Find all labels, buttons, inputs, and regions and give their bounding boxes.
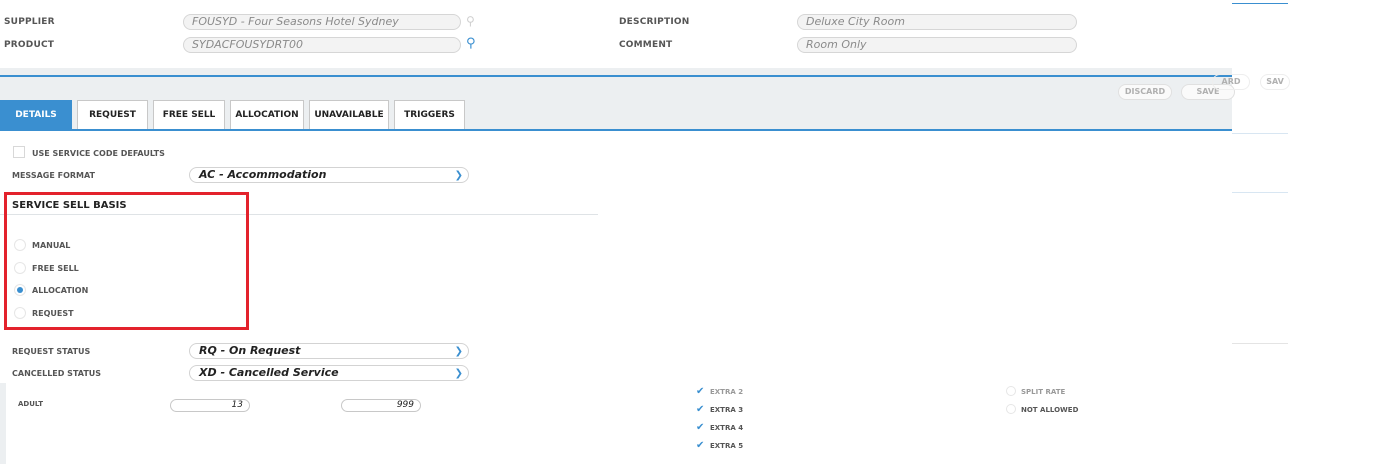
ghost-accent-line bbox=[1232, 3, 1288, 4]
extra-5-label: EXTRA 5 bbox=[710, 442, 744, 450]
product-search-icon[interactable]: ⚲ bbox=[466, 36, 476, 51]
cancelled-status-label: CANCELLED STATUS bbox=[12, 369, 102, 378]
cancelled-status-value: XD - Cancelled Service bbox=[199, 366, 339, 379]
tab-details[interactable]: DETAILS bbox=[0, 100, 72, 129]
product-field[interactable]: SYDACFOUSYDRT00 bbox=[183, 37, 461, 53]
use-defaults-checkbox[interactable] bbox=[13, 146, 25, 158]
comment-field[interactable]: Room Only bbox=[797, 37, 1077, 53]
message-format-select[interactable]: AC - Accommodation ❯ bbox=[189, 167, 469, 183]
ghost-divider bbox=[1232, 192, 1288, 193]
ghost-divider bbox=[1232, 133, 1288, 134]
chevron-down-icon: ❯ bbox=[454, 368, 463, 379]
tab-allocation[interactable]: ALLOCATION bbox=[230, 100, 304, 129]
split-rate-label: SPLIT RATE bbox=[1021, 388, 1066, 396]
message-format-label: MESSAGE FORMAT bbox=[12, 171, 96, 180]
adult-label: ADULT bbox=[18, 400, 43, 408]
description-label: DESCRIPTION bbox=[619, 17, 690, 27]
supplier-field[interactable]: FOUSYD - Four Seasons Hotel Sydney bbox=[183, 14, 461, 30]
tab-underline bbox=[0, 129, 1232, 131]
highlight-box bbox=[4, 192, 249, 330]
extra-4-check-icon[interactable]: ✔ bbox=[696, 422, 704, 433]
ghost-divider bbox=[1232, 343, 1288, 344]
request-status-label: REQUEST STATUS bbox=[12, 347, 91, 356]
split-rate-radio[interactable] bbox=[1006, 386, 1016, 396]
chevron-down-icon: ❯ bbox=[454, 346, 463, 357]
ghost-save-button: SAV bbox=[1260, 74, 1290, 90]
tab-unavailable[interactable]: UNAVAILABLE bbox=[309, 100, 389, 129]
supplier-label: SUPPLIER bbox=[4, 17, 55, 27]
chevron-down-icon: ❯ bbox=[454, 170, 463, 181]
request-status-select[interactable]: RQ - On Request ❯ bbox=[189, 343, 469, 359]
request-status-value: RQ - On Request bbox=[199, 344, 301, 357]
extra-2-label: EXTRA 2 bbox=[710, 388, 744, 396]
tab-triggers[interactable]: TRIGGERS bbox=[394, 100, 465, 129]
header-panel bbox=[0, 0, 1232, 68]
ghost-discard-button: ARD bbox=[1212, 74, 1250, 90]
tab-free-sell[interactable]: FREE SELL bbox=[153, 100, 225, 129]
extra-3-label: EXTRA 3 bbox=[710, 406, 744, 414]
comment-label: COMMENT bbox=[619, 40, 673, 50]
discard-button[interactable]: DISCARD bbox=[1118, 84, 1172, 100]
message-format-value: AC - Accommodation bbox=[199, 168, 327, 181]
not-allowed-radio[interactable] bbox=[1006, 404, 1016, 414]
extra-4-label: EXTRA 4 bbox=[710, 424, 744, 432]
adult-min-input[interactable]: 13 bbox=[170, 399, 250, 412]
supplier-search-icon[interactable]: ⚲ bbox=[466, 14, 475, 28]
tab-request[interactable]: REQUEST bbox=[77, 100, 148, 129]
adult-max-input[interactable]: 999 bbox=[341, 399, 421, 412]
use-defaults-label: USE SERVICE CODE DEFAULTS bbox=[32, 149, 165, 158]
not-allowed-label: NOT ALLOWED bbox=[1021, 406, 1079, 414]
cancelled-status-select[interactable]: XD - Cancelled Service ❯ bbox=[189, 365, 469, 381]
extra-2-check-icon[interactable]: ✔ bbox=[696, 386, 704, 397]
left-gutter bbox=[0, 383, 6, 464]
description-field[interactable]: Deluxe City Room bbox=[797, 14, 1077, 30]
product-label: PRODUCT bbox=[4, 40, 55, 50]
extra-3-check-icon[interactable]: ✔ bbox=[696, 404, 704, 415]
extra-5-check-icon[interactable]: ✔ bbox=[696, 440, 704, 451]
